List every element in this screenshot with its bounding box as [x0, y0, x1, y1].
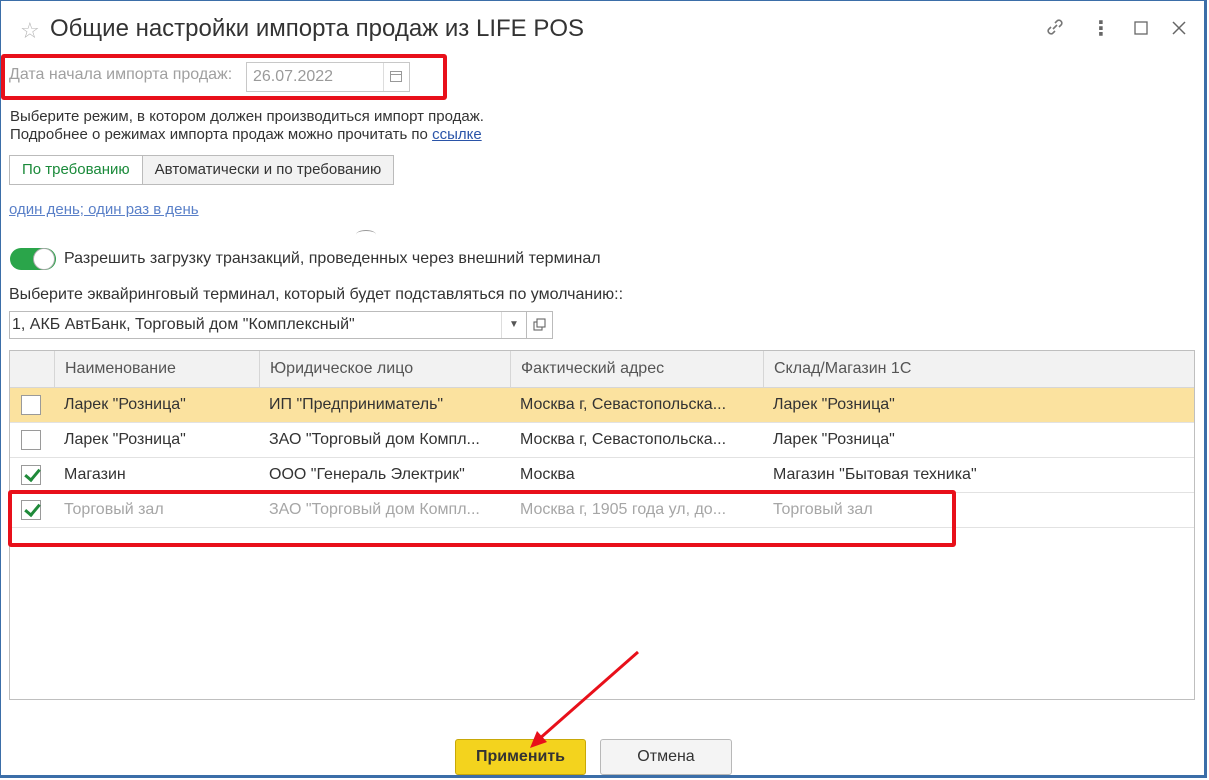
help-link[interactable]: ссылке — [432, 126, 482, 143]
terminal-select[interactable]: 1, АКБ АвтБанк, Торговый дом "Комплексны… — [9, 311, 527, 339]
column-header-name[interactable]: Наименование — [54, 351, 259, 387]
title-bar: ☆ Общие настройки импорта продаж из LIFE… — [0, 0, 1209, 62]
cell-store: Магазин "Бытовая техника" — [773, 466, 977, 483]
column-header-store[interactable]: Склад/Магазин 1С — [763, 351, 1194, 387]
mode-info-line2: Подробнее о режимах импорта продаж можно… — [10, 126, 484, 144]
mode-info-line1: Выберите режим, в котором должен произво… — [10, 108, 484, 125]
cell-address: Москва г, Севастопольска... — [520, 396, 727, 413]
schedule-link[interactable]: один день; один раз в день — [9, 201, 199, 218]
cell-legal: ООО "Генераль Электрик" — [269, 466, 465, 483]
cell-address: Москва г, Севастопольска... — [520, 431, 727, 448]
chevron-down-icon[interactable]: ▼ — [501, 312, 526, 338]
external-terminal-toggle[interactable] — [10, 248, 56, 270]
column-header-legal[interactable]: Юридическое лицо — [259, 351, 510, 387]
terminal-label: Выберите эквайринговый терминал, который… — [9, 286, 624, 303]
checkbox-column-header — [10, 351, 54, 387]
table-row[interactable]: Ларек "Розница" ЗАО "Торговый дом Компл.… — [10, 423, 1194, 458]
row-checkbox[interactable] — [21, 395, 41, 415]
cell-store: Ларек "Розница" — [773, 396, 895, 413]
open-icon[interactable] — [527, 311, 553, 339]
link-icon[interactable] — [1043, 16, 1067, 44]
table-header: Наименование Юридическое лицо Фактически… — [10, 351, 1194, 388]
close-icon[interactable] — [1167, 16, 1191, 41]
more-icon[interactable]: ⋮ — [1089, 16, 1113, 41]
apply-button[interactable]: Применить — [455, 739, 586, 775]
row-highlight-box — [8, 490, 956, 547]
checkbox-cell — [10, 458, 54, 492]
mode-info-text: Подробнее о режимах импорта продаж можно… — [10, 126, 433, 143]
cell-name: Ларек "Розница" — [64, 431, 186, 448]
page-title: Общие настройки импорта продаж из LIFE P… — [50, 15, 585, 42]
date-highlight-box — [1, 54, 447, 100]
checkbox-cell — [10, 388, 54, 422]
table-row[interactable]: Магазин ООО "Генераль Электрик" Москва М… — [10, 458, 1194, 493]
star-icon[interactable]: ☆ — [20, 18, 40, 44]
mode-on-demand-button[interactable]: По требованию — [9, 155, 143, 185]
cancel-button[interactable]: Отмена — [600, 739, 732, 775]
terminal-value: 1, АКБ АвтБанк, Торговый дом "Комплексны… — [12, 316, 355, 333]
external-terminal-label: Разрешить загрузку транзакций, проведенн… — [64, 250, 601, 267]
column-header-address[interactable]: Фактический адрес — [510, 351, 763, 387]
toggle-knob — [33, 248, 55, 270]
cell-legal: ИП "Предприниматель" — [269, 396, 444, 413]
cell-legal: ЗАО "Торговый дом Компл... — [269, 431, 480, 448]
mode-switch: По требованию Автоматически и по требова… — [9, 155, 395, 185]
cell-name: Ларек "Розница" — [64, 396, 186, 413]
mode-info: Выберите режим, в котором должен произво… — [10, 108, 484, 144]
row-checkbox[interactable] — [21, 430, 41, 450]
cell-name: Магазин — [64, 466, 126, 483]
mode-auto-button[interactable]: Автоматически и по требованию — [142, 155, 395, 185]
checkbox-cell — [10, 423, 54, 457]
scroll-hint — [356, 230, 376, 239]
row-checkbox[interactable] — [21, 465, 41, 485]
cell-store: Ларек "Розница" — [773, 431, 895, 448]
table-row[interactable]: Ларек "Розница" ИП "Предприниматель" Мос… — [10, 388, 1194, 423]
cell-address: Москва — [520, 466, 575, 483]
maximize-icon[interactable] — [1129, 16, 1153, 41]
